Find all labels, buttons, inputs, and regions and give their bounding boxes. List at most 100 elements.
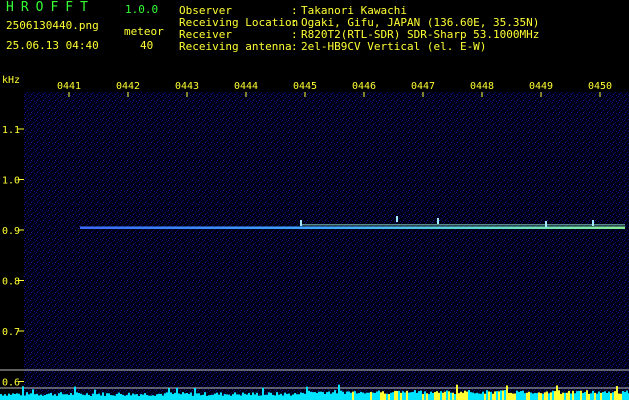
power-bar [438,392,440,400]
power-bar [322,392,324,400]
time-tick-label: 0449 [529,81,553,92]
power-bar [536,393,538,400]
power-bar [296,394,298,400]
power-bar [328,391,330,400]
power-bar [268,392,270,400]
power-bar [184,393,186,400]
power-bar [62,394,64,400]
power-bar [432,392,434,400]
y-tick-label: 0.9 [2,226,20,237]
power-bar [132,393,134,400]
time-tick-label: 0448 [470,81,494,92]
power-bar [8,393,10,400]
power-bar [44,395,46,400]
power-bar [286,393,288,400]
power-bar [462,392,464,400]
power-bar [550,392,552,400]
power-bar [596,393,598,400]
meteor-echo [592,220,594,226]
power-bar [484,393,486,400]
power-bar [622,391,624,400]
power-bar [568,390,570,400]
power-bar [614,391,616,400]
power-bar [586,390,588,400]
power-bar [446,390,448,400]
power-bar [198,393,200,400]
power-bar [120,394,122,400]
power-bar [414,390,416,400]
power-bar [418,391,420,400]
power-bar [174,392,176,400]
power-bar [344,393,346,400]
power-bar [374,392,376,400]
time-tick-label: 0447 [411,81,435,92]
power-bar [466,391,468,400]
power-bar [228,394,230,400]
power-bar [76,392,78,400]
power-bar [440,391,442,400]
power-bar [254,394,256,400]
power-bar [546,391,548,400]
power-bar [40,394,42,400]
power-bar [190,392,192,400]
time-tick-label: 0441 [57,81,81,92]
power-bar [12,393,14,400]
power-bar [592,390,594,400]
power-bar [510,392,512,400]
power-bar [368,392,370,400]
power-bar [524,393,526,400]
power-bar [522,390,524,400]
power-bar [556,385,558,400]
power-bar [42,395,44,400]
power-bar [264,394,266,400]
power-bar [28,394,30,400]
power-bar [410,392,412,400]
power-bar [478,393,480,400]
power-bar [78,393,80,400]
power-bar [390,392,392,400]
power-bar [162,395,164,400]
power-bar [326,392,328,400]
power-bar [558,390,560,400]
power-bar [4,394,6,400]
power-bar [612,392,614,400]
power-bar [506,385,508,400]
power-bar [156,394,158,400]
power-bar [262,387,264,400]
power-bar [232,394,234,400]
power-bar [270,392,272,400]
power-bar [624,391,626,400]
power-bar [284,392,286,400]
power-bar [340,390,342,400]
power-bar [278,394,280,400]
power-bar [422,393,424,400]
power-bar [460,391,462,400]
y-tick-label: 1.1 [2,125,20,136]
power-bar [488,391,490,400]
power-bar [606,393,608,400]
power-bar [516,390,518,400]
power-bar [134,394,136,400]
power-bar [398,390,400,400]
power-bar [472,392,474,400]
meteor-echo [437,218,439,224]
power-bar [420,390,422,400]
power-bar [104,395,106,400]
power-bar [188,393,190,400]
spectrogram-background [24,92,629,400]
power-bar [498,391,500,400]
y-tick-label: 0.8 [2,277,20,288]
power-bar [514,393,516,400]
power-bar [206,395,208,400]
power-bar [30,393,32,400]
power-bar [526,392,528,400]
power-bar [330,393,332,400]
power-bar [394,390,396,400]
power-bar [626,390,628,400]
power-bar [442,392,444,400]
power-bar [306,386,308,400]
power-bar [448,391,450,400]
power-bar [10,394,12,400]
power-bar [138,395,140,400]
power-bar [256,392,258,400]
